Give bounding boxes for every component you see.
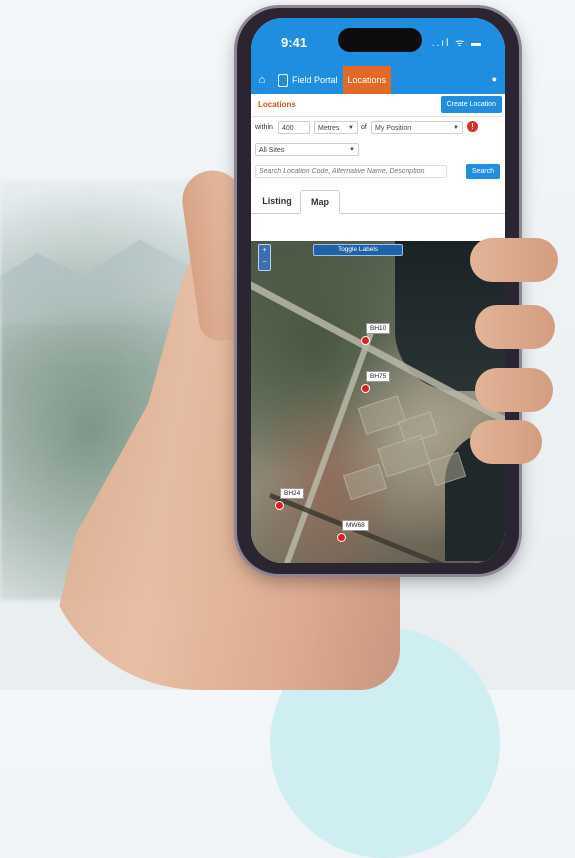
marker-label: BH75 <box>366 371 391 382</box>
marker-label: BH24 <box>280 488 305 499</box>
status-time: 9:41 <box>281 35 308 50</box>
nav-field-portal-label: Field Portal <box>292 75 338 85</box>
marker-label: MW68 <box>342 520 369 531</box>
of-label: of <box>361 124 367 131</box>
sites-select[interactable]: All Sites ▼ <box>255 143 359 156</box>
distance-input[interactable]: 400 <box>278 121 310 134</box>
user-icon[interactable]: ● <box>492 74 497 84</box>
position-select[interactable]: My Position ▼ <box>371 121 463 134</box>
finger <box>475 368 553 412</box>
finger <box>470 420 542 464</box>
view-tabs: Listing Map <box>251 187 505 214</box>
top-navbar: ⌂ Field Portal Locations ● <box>251 66 505 94</box>
finger <box>475 305 555 349</box>
zoom-control[interactable]: + − <box>258 244 271 271</box>
nav-locations[interactable]: Locations <box>342 66 392 94</box>
map-building <box>357 395 407 435</box>
create-location-button[interactable]: Create Location <box>440 96 502 113</box>
distance-filter-row: within 400 Metres ▼ of My Position ▼ ! <box>251 117 505 139</box>
sites-value: All Sites <box>259 147 285 154</box>
map-view[interactable]: + − Toggle Labels ⤢ BH10 BH75 BH24 MW68 <box>251 241 505 563</box>
search-input[interactable] <box>255 165 447 178</box>
phone-screen: 9:41 ..ıl ᯤ ▬ ⌂ Field Portal Locations ●… <box>251 18 505 563</box>
mobile-icon <box>278 73 288 87</box>
toggle-labels-button[interactable]: Toggle Labels <box>313 244 403 256</box>
search-row: Search <box>251 161 505 183</box>
chevron-down-icon: ▼ <box>348 125 354 131</box>
chevron-down-icon: ▼ <box>349 147 355 153</box>
finger <box>470 238 558 282</box>
warning-icon[interactable]: ! <box>467 121 478 132</box>
tab-map[interactable]: Map <box>300 190 340 214</box>
signal-icon: ..ıl ᯤ ▬ <box>431 38 483 49</box>
status-bar: 9:41 ..ıl ᯤ ▬ <box>251 18 505 66</box>
home-icon[interactable]: ⌂ <box>251 66 273 94</box>
position-value: My Position <box>375 125 412 132</box>
unit-select[interactable]: Metres ▼ <box>314 121 358 134</box>
chevron-down-icon: ▼ <box>453 125 459 131</box>
nav-field-portal[interactable]: Field Portal <box>273 66 343 94</box>
marker-label: BH10 <box>366 323 391 334</box>
map-building <box>342 463 388 501</box>
within-label: within <box>255 124 273 131</box>
marker-dot <box>361 384 370 393</box>
page-title: Locations <box>258 100 296 109</box>
dynamic-island <box>338 28 422 52</box>
search-button[interactable]: Search <box>465 164 500 179</box>
marker-dot <box>275 501 284 510</box>
unit-value: Metres <box>318 125 340 132</box>
distance-value: 400 <box>282 125 294 132</box>
locations-header: Locations Create Location <box>251 94 505 117</box>
marker-dot <box>361 336 370 345</box>
tab-listing[interactable]: Listing <box>257 190 297 212</box>
zoom-out-button[interactable]: − <box>259 257 270 269</box>
nav-locations-label: Locations <box>347 75 387 85</box>
zoom-in-button[interactable]: + <box>259 245 270 257</box>
marker-dot <box>337 533 346 542</box>
map-building <box>377 434 431 478</box>
sites-filter-row: All Sites ▼ <box>251 139 505 161</box>
